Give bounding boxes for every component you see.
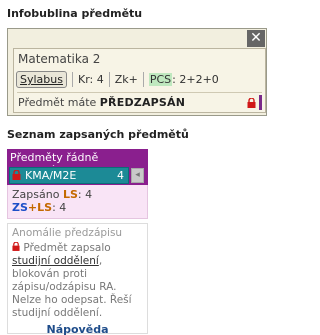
zapsano-line: Zapsáno LS: 4: [12, 188, 143, 201]
enrolled-list-heading: Seznam zapsaných předmětů: [7, 128, 189, 141]
credits: Kr: 4: [77, 73, 104, 86]
enrollment-summary: Zapsáno LS: 4 ZS+LS: 4: [7, 185, 148, 219]
subject-title: Matematika 2: [18, 52, 101, 66]
lock-icon: [12, 241, 20, 254]
pcs-label: PCS: [148, 73, 173, 86]
zs-ls-line: ZS+LS: 4: [12, 201, 143, 214]
zs-ls-value: : 4: [52, 201, 67, 214]
subject-infobubble: ✕ Matematika 2 Sylabus Kr: 4 Zk+ PCS: 2+…: [7, 28, 267, 116]
status-color-bar: [259, 95, 262, 110]
enrolled-panel: Předměty řádně zapsané KMA/M2E 4 ◂ Zapsá…: [7, 149, 148, 335]
ls-label: LS: [37, 201, 53, 214]
study-office-link[interactable]: studijní oddělení: [12, 255, 99, 267]
completion-type: Zk+: [114, 73, 138, 86]
syllabus-button[interactable]: Sylabus: [16, 71, 67, 88]
zapsano-ls: LS: [62, 188, 78, 201]
divider: [17, 92, 262, 93]
panel-title: Předměty řádně zapsané: [7, 149, 148, 177]
subject-credits: 4: [117, 169, 124, 182]
subject-details: Sylabus Kr: 4 Zk+ PCS: 2+2+0: [16, 70, 219, 89]
plus-sign: +: [27, 201, 38, 214]
anomaly-text-before: Předmět zapsalo: [23, 242, 111, 254]
zapsano-value: : 4: [77, 188, 93, 201]
remove-icon[interactable]: ◂: [131, 168, 144, 183]
infobubble-heading: Infobublina předmětu: [7, 7, 143, 20]
lock-icon: [247, 97, 256, 111]
subject-row: KMA/M2E 4 ◂: [7, 166, 148, 185]
pcs-value: : 2+2+0: [172, 73, 219, 86]
divider: [142, 72, 144, 87]
subject-card: Matematika 2 Sylabus Kr: 4 Zk+ PCS: 2+2+…: [13, 48, 266, 113]
lock-icon: [12, 169, 21, 183]
status-value: PŘEDZAPSÁN: [99, 96, 186, 109]
enrollment-status: Předmět máte PŘEDZAPSÁN: [18, 96, 185, 109]
help-link[interactable]: Nápověda: [12, 323, 143, 335]
zapsano-label: Zapsáno: [12, 188, 63, 201]
pcs-info: PCS: 2+2+0: [148, 73, 219, 86]
divider: [71, 72, 73, 87]
zs-label: ZS: [12, 201, 28, 214]
subject-chip[interactable]: KMA/M2E 4: [9, 167, 129, 184]
anomalies-text: Předmět zapsalo studijní oddělení, bloko…: [12, 241, 143, 320]
status-prefix: Předmět máte: [18, 96, 100, 109]
anomalies-title: Anomálie předzápisu: [12, 227, 123, 239]
anomalies-box: Anomálie předzápisu Předmět zapsalo stud…: [7, 223, 148, 335]
close-button[interactable]: ✕: [247, 30, 265, 47]
divider: [108, 72, 110, 87]
subject-code: KMA/M2E: [25, 169, 77, 182]
